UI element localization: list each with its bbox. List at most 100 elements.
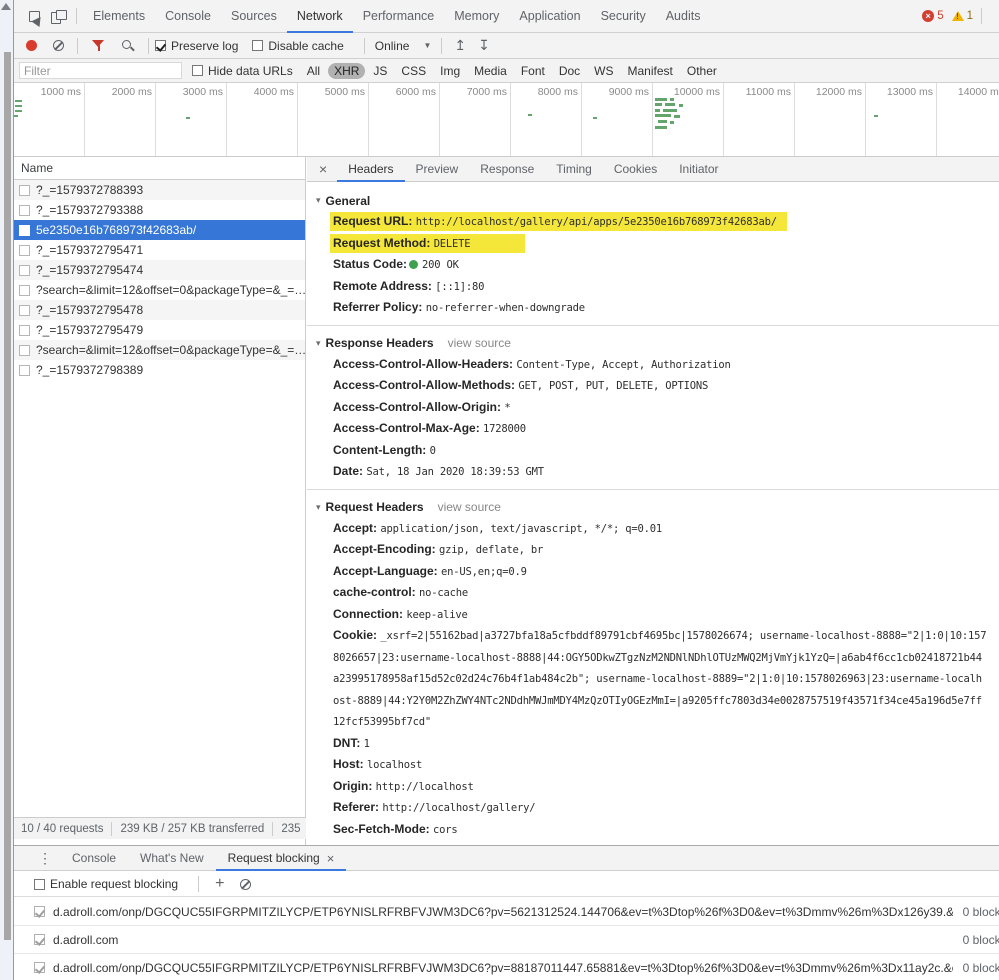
- scroll-up-arrow-icon[interactable]: [1, 3, 11, 10]
- divider: [77, 38, 78, 54]
- clear-icon[interactable]: [53, 40, 64, 51]
- column-header-name[interactable]: Name: [14, 157, 305, 180]
- blocked-pattern-row[interactable]: d.adroll.com/onp/DGCQUC55IFGRPMITZILYCP/…: [14, 898, 999, 926]
- details-tabbar: × Headers Preview Response Timing Cookie…: [307, 157, 999, 182]
- hide-data-urls-label: Hide data URLs: [208, 64, 293, 78]
- timeline-tick: 13000 ms: [866, 83, 937, 156]
- view-source-link[interactable]: view source: [448, 336, 511, 350]
- filter-type-css[interactable]: CSS: [395, 63, 432, 79]
- timeline-tick: 7000 ms: [440, 83, 511, 156]
- remove-all-patterns-icon[interactable]: [240, 879, 251, 890]
- request-row[interactable]: ?search=&limit=12&offset=0&packageType=&…: [14, 340, 305, 360]
- request-row[interactable]: ?_=1579372795478: [14, 300, 305, 320]
- filter-type-xhr[interactable]: XHR: [328, 63, 365, 79]
- inspect-element-icon[interactable]: [22, 4, 46, 28]
- timeline-activity-mark: [679, 104, 683, 107]
- tab-memory[interactable]: Memory: [444, 0, 509, 33]
- drawer-tab-whats-new[interactable]: What's New: [128, 846, 216, 871]
- devtools-menu-icon[interactable]: ⋮: [988, 8, 999, 25]
- section-general[interactable]: ▾ General: [307, 190, 999, 211]
- device-toolbar-icon[interactable]: [46, 4, 70, 28]
- blocked-pattern-row[interactable]: d.adroll.com/onp/DGCQUC55IFGRPMITZILYCP/…: [14, 954, 999, 980]
- timeline-activity-mark: [655, 126, 667, 129]
- timeline-activity-mark: [15, 110, 22, 112]
- tab-initiator[interactable]: Initiator: [668, 157, 729, 182]
- tab-response[interactable]: Response: [469, 157, 545, 182]
- network-more-icon[interactable]: ⋮: [988, 37, 999, 54]
- import-har-icon[interactable]: ↥: [448, 37, 472, 54]
- tab-audits[interactable]: Audits: [656, 0, 711, 33]
- timeline-tick: 4000 ms: [227, 83, 298, 156]
- header-row: Access-Control-Allow-Origin: *: [307, 397, 987, 419]
- tab-application[interactable]: Application: [509, 0, 590, 33]
- filter-type-media[interactable]: Media: [468, 63, 513, 79]
- filter-type-other[interactable]: Other: [681, 63, 723, 79]
- filter-type-all[interactable]: All: [301, 63, 326, 79]
- request-row[interactable]: ?search=&limit=12&offset=0&packageType=&…: [14, 280, 305, 300]
- throttling-select[interactable]: Online ▼: [371, 39, 436, 53]
- timeline-activity-mark: [670, 121, 674, 124]
- tab-cookies[interactable]: Cookies: [603, 157, 668, 182]
- tab-network[interactable]: Network: [287, 0, 353, 33]
- pattern-checkbox[interactable]: [34, 962, 45, 973]
- scrollbar-thumb[interactable]: [4, 52, 11, 940]
- close-icon[interactable]: ×: [307, 161, 337, 177]
- blocked-pattern-row[interactable]: d.adroll.com 0 blocked: [14, 926, 999, 954]
- filter-type-img[interactable]: Img: [434, 63, 466, 79]
- request-row[interactable]: ?_=1579372798389: [14, 360, 305, 380]
- network-overview-timeline[interactable]: 1000 ms 2000 ms 3000 ms 4000 ms 5000 ms …: [14, 83, 999, 157]
- tab-sources[interactable]: Sources: [221, 0, 287, 33]
- tab-console[interactable]: Console: [155, 0, 221, 33]
- preserve-log-checkbox[interactable]: [155, 40, 166, 51]
- record-icon[interactable]: [26, 40, 37, 51]
- resources-size: 235: [281, 823, 300, 835]
- divider: [148, 38, 149, 54]
- request-row[interactable]: ?_=1579372788393: [14, 180, 305, 200]
- drawer-menu-icon[interactable]: ⋮: [30, 850, 60, 867]
- tab-elements[interactable]: Elements: [83, 0, 155, 33]
- preserve-log-label: Preserve log: [171, 39, 238, 53]
- request-row[interactable]: ?_=1579372795479: [14, 320, 305, 340]
- page-scrollbar[interactable]: [0, 0, 13, 980]
- tab-headers[interactable]: Headers: [337, 157, 404, 182]
- export-har-icon[interactable]: ↧: [472, 37, 496, 54]
- filter-type-doc[interactable]: Doc: [553, 63, 586, 79]
- filter-funnel-icon[interactable]: [92, 40, 105, 52]
- filter-type-font[interactable]: Font: [515, 63, 551, 79]
- request-blocking-toolbar: Enable request blocking +: [14, 872, 999, 897]
- drawer-tab-console[interactable]: Console: [60, 846, 128, 871]
- filter-type-ws[interactable]: WS: [588, 63, 619, 79]
- pattern-checkbox[interactable]: [34, 934, 45, 945]
- tab-security[interactable]: Security: [591, 0, 656, 33]
- section-response-headers[interactable]: ▾ Response Headers view source: [307, 333, 999, 354]
- timeline-activity-mark: [665, 103, 675, 106]
- close-icon[interactable]: ×: [327, 851, 335, 866]
- filter-type-js[interactable]: JS: [367, 63, 393, 79]
- drawer-tabbar: ⋮ Console What's New Request blocking ×: [14, 846, 999, 871]
- filter-input[interactable]: [19, 62, 182, 79]
- header-row: Host: localhost: [307, 754, 987, 776]
- timeline-tick: 6000 ms: [369, 83, 440, 156]
- tab-preview[interactable]: Preview: [405, 157, 470, 182]
- request-row[interactable]: ?_=1579372793388: [14, 200, 305, 220]
- enable-request-blocking-checkbox[interactable]: [34, 879, 45, 890]
- network-filter-bar: Hide data URLs All XHR JS CSS Img Media …: [14, 59, 999, 83]
- search-icon[interactable]: [121, 39, 134, 52]
- request-row-selected[interactable]: 5e2350e16b768973f42683ab/: [14, 220, 305, 240]
- section-request-headers[interactable]: ▾ Request Headers view source: [307, 497, 999, 518]
- hide-data-urls-checkbox[interactable]: [192, 65, 203, 76]
- tab-performance[interactable]: Performance: [353, 0, 445, 33]
- disable-cache-checkbox[interactable]: [252, 40, 263, 51]
- document-icon: [19, 305, 30, 316]
- add-pattern-icon[interactable]: +: [205, 875, 234, 893]
- pattern-checkbox[interactable]: [34, 906, 45, 917]
- view-source-link[interactable]: view source: [438, 500, 501, 514]
- tab-timing[interactable]: Timing: [545, 157, 603, 182]
- timeline-activity-mark: [655, 103, 662, 106]
- request-row[interactable]: ?_=1579372795474: [14, 260, 305, 280]
- request-row[interactable]: ?_=1579372795471: [14, 240, 305, 260]
- issue-badges[interactable]: × 5 1: [922, 10, 973, 22]
- header-row: Date: Sat, 18 Jan 2020 18:39:53 GMT: [307, 461, 987, 483]
- drawer-tab-request-blocking[interactable]: Request blocking ×: [216, 846, 347, 871]
- filter-type-manifest[interactable]: Manifest: [622, 63, 679, 79]
